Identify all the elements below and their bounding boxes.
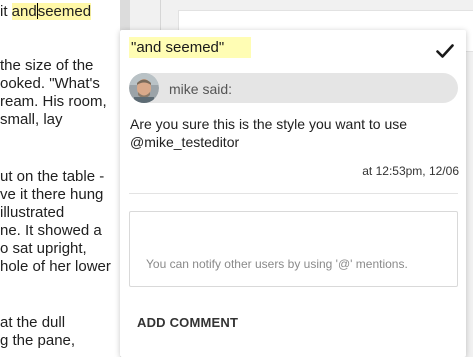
highlighted-text: andseemed (11, 3, 92, 20)
doc-line: illustrated (0, 204, 65, 221)
quoted-text: "and seemed" (129, 37, 251, 58)
checkmark-icon[interactable] (436, 43, 454, 59)
add-comment-button[interactable]: ADD COMMENT (137, 315, 238, 330)
reply-placeholder: You can notify other users by using '@' … (146, 257, 408, 271)
divider (129, 193, 458, 194)
comment-popup: "and seemed" mike said: Are you sure thi… (120, 30, 466, 357)
author-label: mike said: (169, 81, 233, 97)
doc-line: it andseemed (0, 3, 92, 20)
doc-line: hole of her lower (0, 258, 111, 275)
comment-timestamp: at 12:53pm, 12/06 (362, 164, 459, 178)
document-text-pane[interactable]: it andseemed the size of the ooked. "Wha… (0, 0, 120, 357)
doc-line: ve it there hung (0, 186, 104, 203)
doc-line: o sat upright, (0, 240, 87, 257)
avatar (129, 73, 159, 103)
doc-line: ooked. "What's (0, 75, 100, 92)
comment-author: mike said: (129, 73, 458, 103)
comment-body: Are you sure this is the style you want … (130, 116, 408, 150)
doc-line: the size of the (0, 57, 94, 74)
doc-line: ne. It showed a (0, 222, 102, 239)
doc-line: g the pane, (0, 332, 76, 349)
reply-input[interactable]: You can notify other users by using '@' … (129, 211, 458, 287)
doc-line: at the dull (0, 314, 66, 331)
doc-line: ream. His room, (0, 93, 107, 110)
doc-line: ut on the table - (0, 168, 105, 185)
doc-line: small, lay (0, 111, 63, 128)
